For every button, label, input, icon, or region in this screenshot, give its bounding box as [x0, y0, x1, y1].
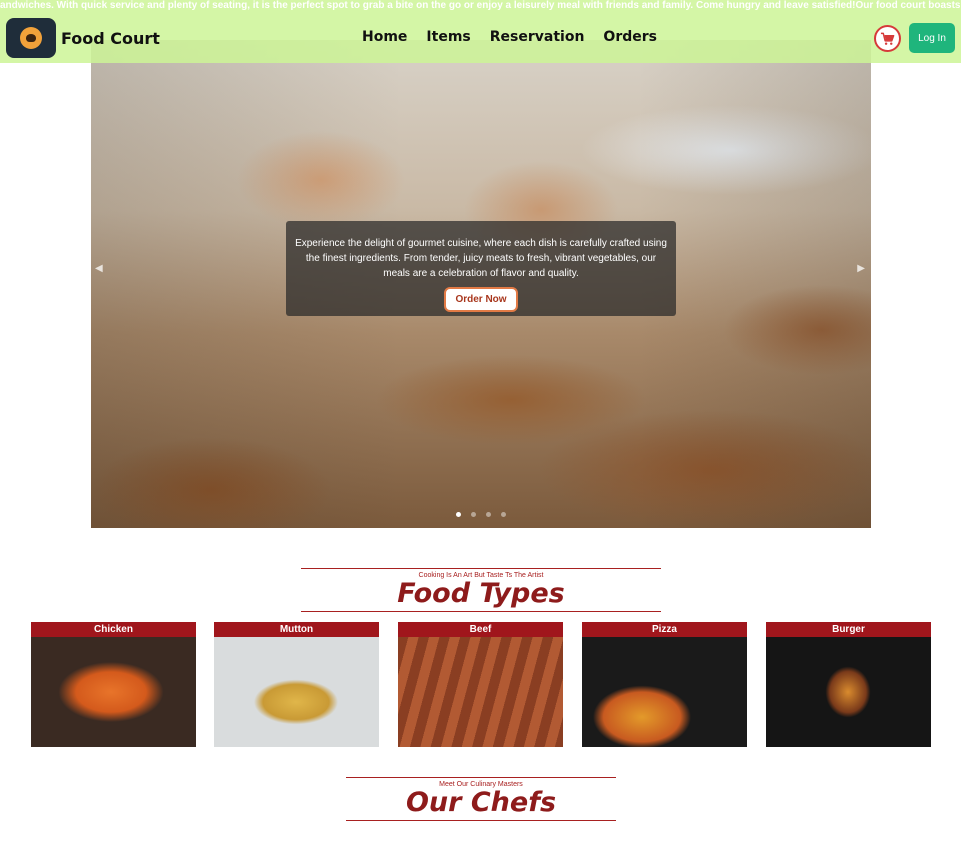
food-card-label: Mutton — [214, 622, 379, 637]
food-card-label: Burger — [766, 622, 931, 637]
food-card-pizza[interactable]: Pizza — [582, 622, 747, 747]
logo[interactable] — [6, 18, 56, 58]
pizza-image — [582, 637, 747, 747]
food-types-list: Chicken Mutton Beef Pizza Burger — [31, 622, 931, 747]
top-navbar: andwiches. With quick service and plenty… — [0, 0, 961, 63]
announcement-marquee: andwiches. With quick service and plenty… — [0, 0, 961, 12]
hero-caption: Experience the delight of gourmet cuisin… — [286, 221, 676, 316]
food-card-label: Pizza — [582, 622, 747, 637]
chefs-title: Our Chefs — [405, 787, 557, 818]
beef-image — [398, 637, 563, 747]
food-card-mutton[interactable]: Mutton — [214, 622, 379, 747]
food-logo-icon — [20, 27, 42, 49]
chicken-image — [31, 637, 196, 747]
carousel-dot-1[interactable] — [456, 512, 461, 517]
food-types-title: Food Types — [397, 578, 565, 609]
order-now-button[interactable]: Order Now — [444, 287, 518, 312]
login-button[interactable]: Log In — [909, 23, 955, 53]
carousel-dot-2[interactable] — [471, 512, 476, 517]
food-card-burger[interactable]: Burger — [766, 622, 931, 747]
mutton-image — [214, 637, 379, 747]
nav-orders[interactable]: Orders — [603, 29, 657, 45]
main-nav: Home Items Reservation Orders — [362, 29, 676, 45]
brand-name[interactable]: Food Court — [61, 29, 160, 48]
carousel-dot-4[interactable] — [501, 512, 506, 517]
hero-caption-text: Experience the delight of gourmet cuisin… — [295, 238, 667, 279]
marquee-text: andwiches. With quick service and plenty… — [0, 0, 961, 11]
food-card-chicken[interactable]: Chicken — [31, 622, 196, 747]
food-types-heading: Cooking Is An Art But Taste Ts The Artis… — [301, 568, 661, 612]
nav-home[interactable]: Home — [362, 29, 407, 45]
food-card-beef[interactable]: Beef — [398, 622, 563, 747]
hero-carousel: ◀ ▶ Experience the delight of gourmet cu… — [91, 40, 871, 528]
nav-reservation[interactable]: Reservation — [490, 29, 585, 45]
carousel-prev-icon[interactable]: ◀ — [95, 263, 103, 274]
nav-items[interactable]: Items — [426, 29, 470, 45]
cart-button[interactable] — [874, 25, 901, 52]
carousel-dot-3[interactable] — [486, 512, 491, 517]
chefs-heading: Meet Our Culinary Masters Our Chefs — [346, 777, 616, 821]
carousel-next-icon[interactable]: ▶ — [857, 263, 865, 274]
cart-icon — [880, 32, 895, 45]
food-card-label: Beef — [398, 622, 563, 637]
food-card-label: Chicken — [31, 622, 196, 637]
carousel-indicators — [456, 512, 506, 517]
burger-image — [766, 637, 931, 747]
